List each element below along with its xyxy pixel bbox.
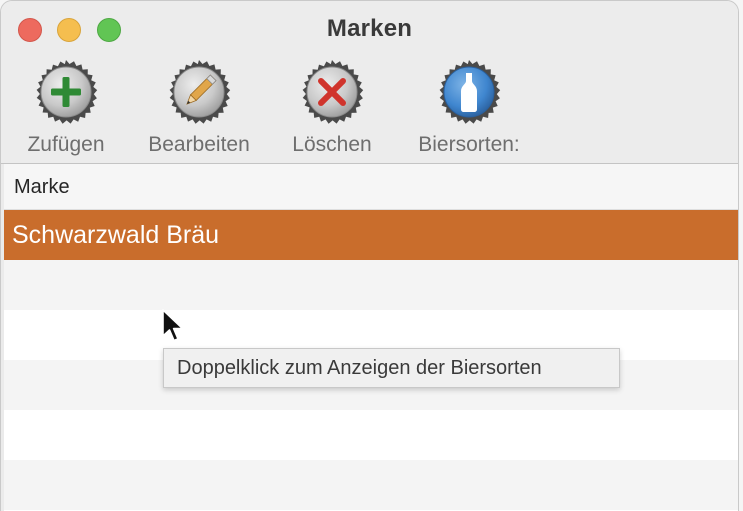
- window-title: Marken: [326, 15, 413, 42]
- add-button[interactable]: Zufügen: [19, 59, 113, 157]
- marken-window: Marken Zufügen Bearbeiten Löschen Bierso…: [0, 0, 739, 511]
- table-header: Marke: [4, 164, 738, 210]
- edit-button-label: Bearbeiten: [148, 133, 250, 156]
- empty-table-row: [4, 410, 738, 460]
- x-cap-icon: [302, 60, 364, 124]
- table-cell-marke: Schwarzwald Bräu: [12, 221, 220, 249]
- add-button-label: Zufügen: [27, 133, 105, 156]
- mouse-pointer-icon: [162, 309, 184, 342]
- titlebar-toolbar: Marken Zufügen Bearbeiten Löschen Bierso…: [1, 1, 738, 164]
- empty-table-row: [4, 460, 738, 510]
- table-row[interactable]: Schwarzwald Bräu: [4, 210, 738, 260]
- plus-cap-icon: [36, 60, 98, 124]
- beer-types-button-label: Biersorten:: [418, 133, 520, 156]
- delete-button[interactable]: Löschen: [284, 59, 380, 157]
- delete-button-label: Löschen: [292, 133, 372, 156]
- column-header-marke[interactable]: Marke: [14, 176, 70, 199]
- pencil-cap-icon: [169, 60, 231, 124]
- edit-button[interactable]: Bearbeiten: [139, 59, 259, 157]
- bottle-cap-icon: [439, 60, 501, 124]
- beer-types-button[interactable]: Biersorten:: [406, 59, 532, 157]
- brands-table[interactable]: Marke Schwarzwald Bräu: [4, 164, 738, 511]
- empty-table-row: [4, 260, 738, 310]
- tooltip: Doppelklick zum Anzeigen der Biersorten: [163, 348, 620, 388]
